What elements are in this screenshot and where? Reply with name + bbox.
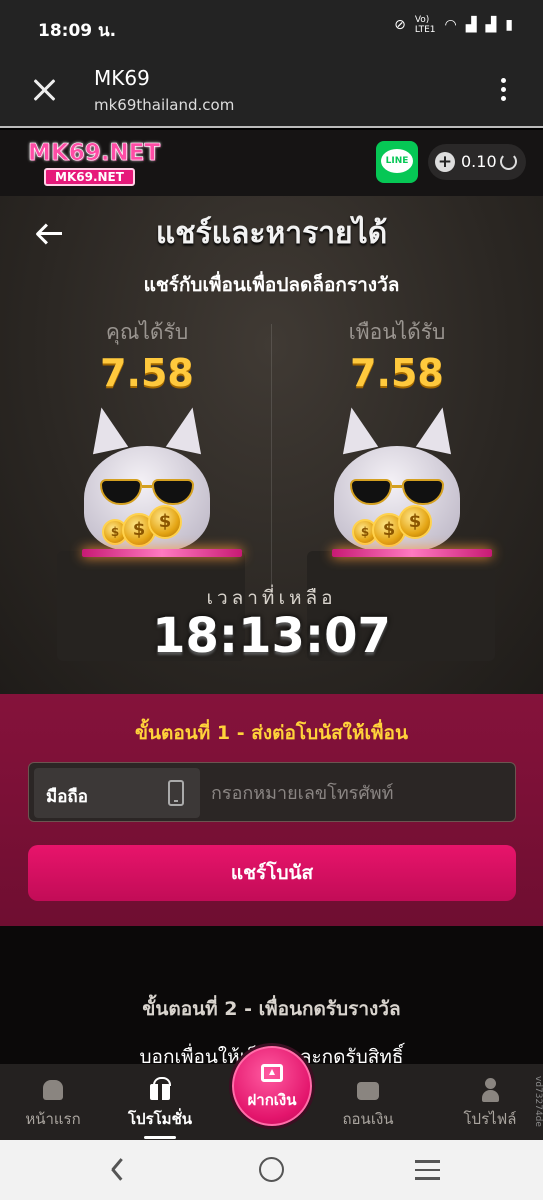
- friend-receive-column: เพือนได้รับ 7.58 $ $ $: [297, 316, 497, 586]
- nav-promotions[interactable]: โปรโมชั่น: [110, 1064, 210, 1140]
- nav-promotions-label: โปรโมชั่น: [127, 1110, 192, 1128]
- active-tab-indicator: [144, 1136, 176, 1139]
- status-time: 18:09 น.: [38, 21, 117, 41]
- nav-profile-label: โปรไฟล์: [463, 1110, 517, 1128]
- system-home-icon[interactable]: [259, 1157, 284, 1182]
- balance-pill: + 0.10: [428, 144, 526, 180]
- site-url[interactable]: mk69thailand.com: [94, 96, 234, 114]
- share-promo-panel: แชร์และหารายได้ แชร์กับเพื่อนเพื่อปลดล็อ…: [0, 196, 543, 694]
- system-back-icon[interactable]: [106, 1158, 124, 1180]
- site-logo[interactable]: MK69.NET MK69.NET: [28, 140, 161, 186]
- you-receive-label: คุณได้รับ: [105, 320, 189, 344]
- share-bonus-button[interactable]: แชร์โบนัส: [28, 845, 516, 901]
- balance-amount: 0.10: [461, 152, 497, 171]
- version-tag: vd73274de: [533, 1076, 543, 1127]
- line-icon: LINE: [381, 149, 413, 173]
- mobile-phone-icon: [168, 780, 184, 806]
- add-funds-icon[interactable]: +: [435, 152, 455, 172]
- home-icon: [40, 1078, 66, 1102]
- step2-title: ขั้นตอนที่ 2 - เพื่อนกดรับรางวัล: [142, 998, 401, 1020]
- phone-prefix-label: มือถือ: [46, 787, 88, 807]
- page-title: แชร์และหารายได้: [155, 216, 388, 251]
- more-options-icon[interactable]: [501, 78, 507, 104]
- refresh-icon[interactable]: [500, 153, 517, 170]
- step1-title: ขั้นตอนที่ 1 - ส่งต่อโบนัสให้เพื่อน: [135, 722, 408, 744]
- phone-prefix: มือถือ: [34, 768, 200, 818]
- wifi-icon: ◠: [444, 17, 457, 33]
- wallet-icon: [355, 1078, 381, 1102]
- mute-icon: ⊘: [394, 17, 406, 33]
- user-icon: [477, 1078, 503, 1102]
- step1-section: ขั้นตอนที่ 1 - ส่งต่อโบนัสให้เพื่อน มือถ…: [0, 694, 543, 926]
- coin-icon: $: [398, 505, 432, 539]
- logo-main-text: MK69.NET: [28, 140, 161, 167]
- volte-icon: Vo) LTE1: [414, 15, 436, 35]
- deposit-button[interactable]: ฝากเงิน: [229, 1043, 315, 1129]
- site-header: MK69.NET MK69.NET LINE + 0.10: [0, 130, 543, 196]
- page-subtitle: แชร์กับเพื่อนเพื่อปลดล็อกรางวัล: [143, 274, 400, 296]
- phone-input-group: มือถือ: [28, 762, 516, 822]
- site-title: MK69: [94, 66, 150, 90]
- countdown-timer: 18:13:07: [152, 608, 391, 664]
- cat-mascot-image: $ $ $: [62, 401, 242, 557]
- you-receive-amount: 7.58: [100, 351, 194, 395]
- battery-icon: ▮: [505, 17, 513, 33]
- nav-profile[interactable]: โปรไฟล์: [440, 1064, 540, 1140]
- line-button[interactable]: LINE: [376, 141, 418, 183]
- coin-icon: $: [148, 505, 182, 539]
- phone-number-input[interactable]: [211, 769, 507, 817]
- column-divider: [271, 324, 272, 604]
- glowing-pedestal: [82, 549, 242, 557]
- system-navigation-bar: [0, 1140, 543, 1200]
- status-icons: ⊘ Vo) LTE1 ◠ ▟ ▟ ▮: [394, 15, 513, 35]
- browser-toolbar: MK69 mk69thailand.com: [0, 56, 543, 128]
- status-bar: 18:09 น. ⊘ Vo) LTE1 ◠ ▟ ▟ ▮: [0, 0, 543, 56]
- friend-receive-amount: 7.58: [350, 351, 444, 395]
- nav-withdraw-label: ถอนเงิน: [342, 1110, 394, 1128]
- glowing-pedestal: [332, 549, 492, 557]
- system-recents-icon[interactable]: [415, 1160, 440, 1180]
- nav-home-label: หน้าแรก: [25, 1110, 81, 1128]
- deposit-icon: [261, 1064, 283, 1082]
- gift-icon: [147, 1077, 173, 1102]
- friend-receive-label: เพือนได้รับ: [348, 320, 446, 344]
- signal-icon: ▟: [465, 17, 477, 33]
- cat-mascot-image: $ $ $: [312, 401, 492, 557]
- nav-home[interactable]: หน้าแรก: [3, 1064, 103, 1140]
- close-icon[interactable]: [30, 76, 58, 104]
- signal-icon: ▟: [485, 17, 497, 33]
- nav-withdraw[interactable]: ถอนเงิน: [318, 1064, 418, 1140]
- you-receive-column: คุณได้รับ 7.58 $ $ $: [47, 316, 247, 586]
- logo-sub-text: MK69.NET: [44, 168, 135, 186]
- deposit-label: ฝากเงิน: [247, 1091, 297, 1109]
